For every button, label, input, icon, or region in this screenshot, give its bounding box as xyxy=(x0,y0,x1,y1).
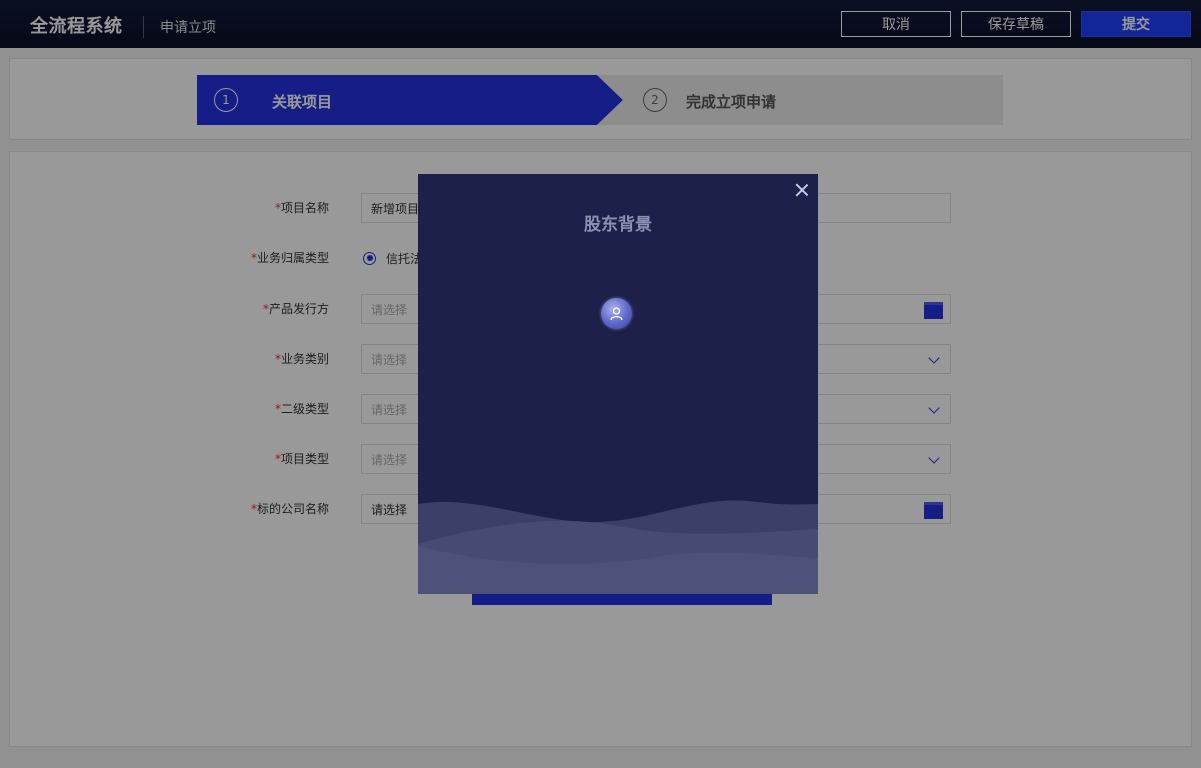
wave-decoration xyxy=(418,500,818,594)
modal-title: 股东背景 xyxy=(584,215,652,235)
loading-icon xyxy=(601,298,632,329)
close-icon[interactable] xyxy=(794,182,810,198)
shareholder-modal: 股东背景 xyxy=(418,174,818,594)
